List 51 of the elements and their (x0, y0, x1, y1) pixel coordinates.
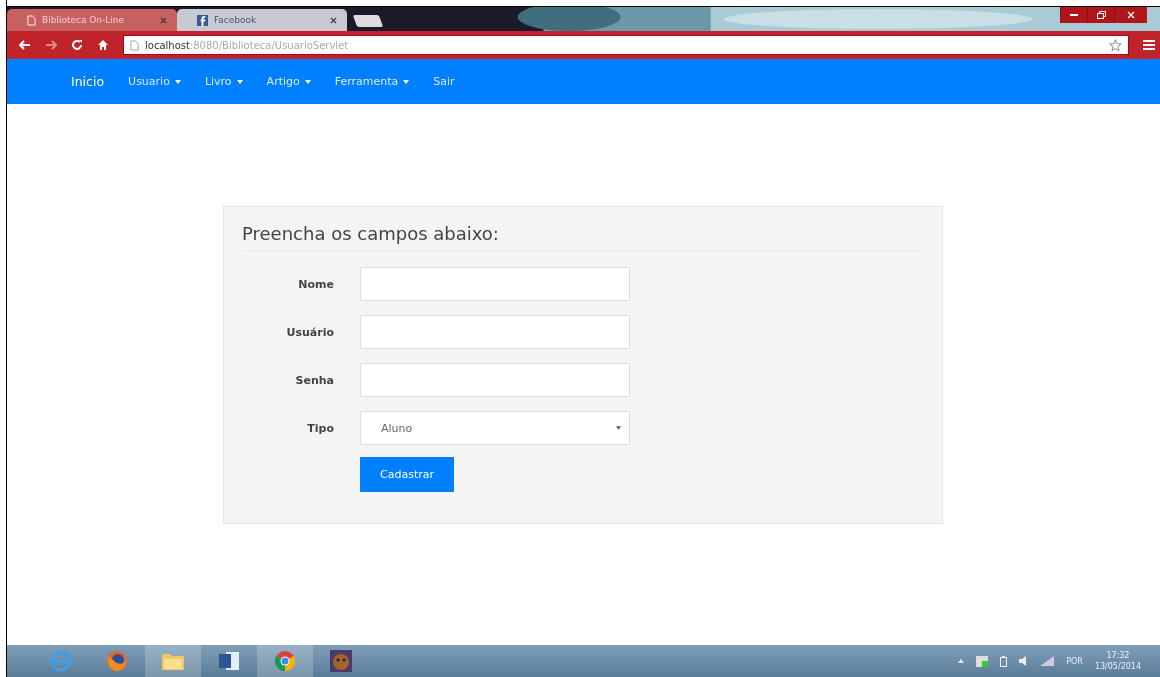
field-label: Usuário (285, 325, 334, 339)
select-field[interactable]: Aluno (360, 411, 630, 445)
browser-tab[interactable]: Facebook (177, 9, 347, 31)
restore-button[interactable] (1087, 7, 1114, 23)
caret-icon (304, 79, 311, 84)
page-icon (130, 39, 139, 51)
input-field[interactable] (360, 267, 630, 301)
caret-icon (174, 79, 181, 84)
minimize-icon (1070, 14, 1078, 16)
reload-icon[interactable] (71, 39, 83, 51)
speaker-icon[interactable] (1019, 656, 1029, 666)
forward-icon[interactable] (45, 40, 57, 50)
restore-icon (1096, 11, 1106, 19)
chevron-up-icon[interactable] (958, 659, 965, 663)
form-title: Preencha os campos abaixo: (242, 223, 924, 251)
nav-link[interactable]: Usuario (128, 71, 181, 92)
input-field[interactable] (360, 315, 630, 349)
nav-link[interactable]: Livro (204, 71, 243, 92)
caret-icon (236, 79, 243, 84)
language-indicator[interactable]: POR (1066, 656, 1083, 666)
nav-link[interactable]: Inicio (71, 70, 105, 93)
star-icon[interactable] (1109, 38, 1122, 52)
nav-link[interactable]: Ferramenta (334, 71, 410, 92)
clock-date[interactable]: 13/05/2014 (1094, 661, 1141, 672)
back-icon[interactable] (19, 40, 31, 50)
menu-icon[interactable] (1143, 39, 1155, 51)
close-icon[interactable] (160, 16, 167, 24)
clock-time[interactable]: 17:32 (1106, 650, 1130, 661)
nav-link[interactable]: Sair (433, 71, 455, 92)
page-icon (27, 14, 36, 26)
password-field[interactable] (360, 363, 630, 397)
signal-icon[interactable] (1040, 656, 1055, 666)
minimize-button[interactable] (1060, 7, 1087, 23)
browser-tab[interactable]: Biblioteca On-Line (7, 9, 177, 31)
close-icon (1127, 11, 1135, 19)
caret-icon (616, 426, 621, 430)
new-tab-button[interactable] (352, 15, 384, 27)
close-icon[interactable] (330, 16, 337, 24)
submit-button[interactable]: Cadastrar (360, 457, 454, 492)
f-logo-icon (197, 14, 208, 26)
nav-link[interactable]: Artigo (266, 71, 311, 92)
caret-icon (403, 79, 410, 84)
battery-icon[interactable] (1000, 655, 1008, 667)
flag-icon[interactable] (976, 655, 989, 667)
address-bar[interactable]: localhost:8080/Biblioteca/UsuarioServlet (123, 35, 1129, 55)
field-label: Tipo (306, 421, 334, 435)
field-label: Senha (294, 373, 334, 387)
url-text: localhost:8080/Biblioteca/UsuarioServlet (145, 39, 350, 51)
close-button[interactable] (1114, 7, 1147, 23)
home-icon[interactable] (97, 39, 109, 51)
field-label: Nome (297, 277, 334, 291)
